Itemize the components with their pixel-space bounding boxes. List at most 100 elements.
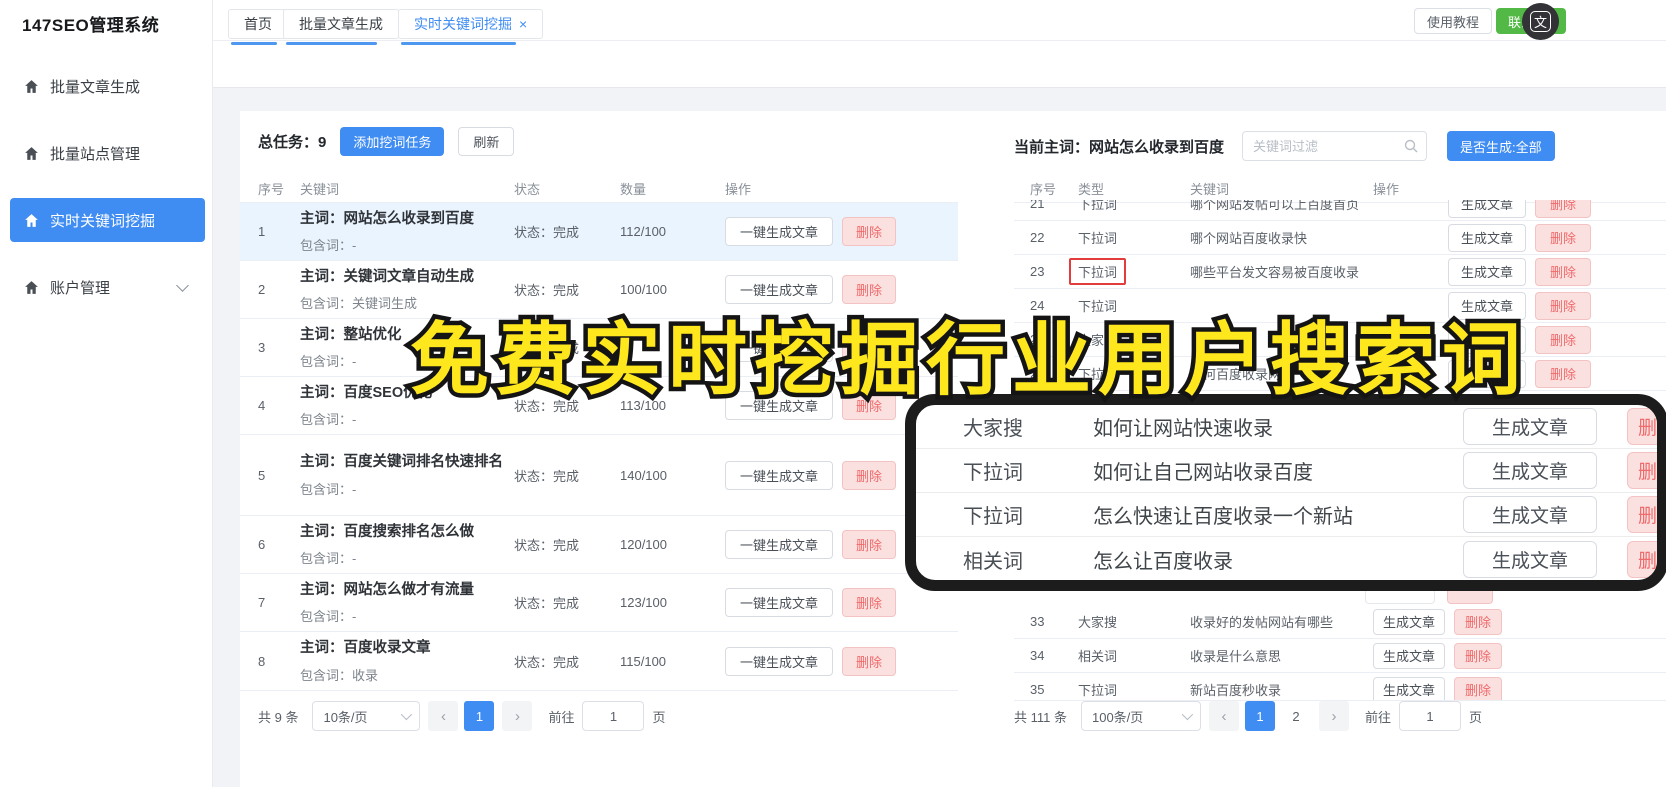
row-include-word: 包含词：- <box>300 609 357 624</box>
sidebar-item-batch-site[interactable]: 批量站点管理 <box>10 131 205 175</box>
generate-article-button[interactable]: 一键生成文章 <box>725 460 834 490</box>
table-row[interactable]: 23 下拉词 哪些平台发文容易被百度收录 生成文章 删除 <box>1014 255 1666 289</box>
add-task-button[interactable]: 添加挖词任务 <box>340 127 445 156</box>
tab-batch-article[interactable]: 批量文章生成 <box>283 9 399 45</box>
total-count: 共 111 条 <box>1014 709 1067 725</box>
page-size-select[interactable]: 100条/页 <box>1080 701 1201 731</box>
right-pagination: 共 111 条 100条/页 ‹ 1 2 › 前往 页 <box>1014 701 1482 731</box>
generate-article-button[interactable]: 生成文章 <box>1463 452 1597 489</box>
generate-all-button[interactable]: 是否生成:全部 <box>1447 131 1555 161</box>
delete-button[interactable]: 删除 <box>842 217 897 246</box>
generate-article-button[interactable]: 生成文章 <box>1448 200 1527 218</box>
table-row[interactable]: 8 主词：百度收录文章 包含词：收录 状态：完成 115/100 一键生成文章 删除 <box>240 632 958 691</box>
home-icon <box>23 279 40 296</box>
delete-button[interactable]: 删除 <box>1535 325 1592 354</box>
close-icon[interactable]: × <box>519 16 527 32</box>
sidebar-item-realtime-keyword[interactable]: 实时关键词挖掘 <box>10 198 205 242</box>
table-row[interactable]: 6 主词：百度搜索排名怎么做 包含词：- 状态：完成 120/100 一键生成文章… <box>240 516 958 574</box>
next-page-button[interactable]: › <box>502 701 533 731</box>
tutorial-button[interactable]: 使用教程 <box>1414 8 1493 34</box>
sidebar-item-label: 批量文章生成 <box>50 78 141 96</box>
delete-button[interactable]: 删除 <box>1535 257 1592 286</box>
tab-home[interactable]: 首页 <box>228 9 288 45</box>
prev-page-button[interactable]: ‹ <box>1208 701 1239 731</box>
generate-article-button[interactable]: 一键生成文章 <box>725 646 834 676</box>
row-keyword: 如何让网站快速收录 <box>1093 418 1273 440</box>
generate-article-button[interactable]: 生成文章 <box>1373 642 1446 669</box>
right-table-bottom: 33 大家搜 收录好的发帖网站有哪些 生成文章 删除 34 相关词 收录是什么意思… <box>1014 605 1666 700</box>
right-table-header: 序号 类型 关键词 操作 <box>1014 174 1666 203</box>
row-main-word: 主词：百度搜索排名怎么做 <box>300 523 474 540</box>
generate-article-button[interactable]: 一键生成文章 <box>725 217 834 246</box>
delete-button[interactable]: 删除 <box>842 646 897 676</box>
row-main-word: 主词：百度收录文章 <box>300 640 431 657</box>
goto-page-input[interactable] <box>582 701 645 731</box>
row-no: 35 <box>1030 682 1045 697</box>
prev-page-button[interactable]: ‹ <box>428 701 459 731</box>
row-keyword: 新站百度秒收录 <box>1190 683 1282 698</box>
delete-button[interactable]: 删除 <box>1454 676 1503 700</box>
sidebar-item-label: 实时关键词挖掘 <box>50 212 156 230</box>
table-row[interactable]: 34 相关词 收录是什么意思 生成文章 删除 <box>1014 639 1666 673</box>
table-row[interactable]: 35 下拉词 新站百度秒收录 生成文章 删除 <box>1014 673 1666 700</box>
page-number-2[interactable]: 2 <box>1281 701 1311 731</box>
row-status: 状态：完成 <box>514 468 580 484</box>
row-include-word: 包含词：- <box>300 238 357 253</box>
current-main-word-label: 当前主词：网站怎么收录到百度 <box>1014 138 1225 156</box>
callout-row: 大家搜 如何让网站快速收录 生成文章 删除 <box>916 405 1657 449</box>
table-row[interactable]: 7 主词：网站怎么做才有流量 包含词：- 状态：完成 123/100 一键生成文章… <box>240 574 958 632</box>
next-page-button[interactable]: › <box>1318 701 1349 731</box>
row-type: 下拉词 <box>1078 231 1118 246</box>
delete-button[interactable]: 删除 <box>1627 408 1657 445</box>
delete-button[interactable]: 删除 <box>842 460 897 490</box>
page-size-select[interactable]: 10条/页 <box>312 701 421 731</box>
table-row[interactable]: 33 大家搜 收录好的发帖网站有哪些 生成文章 删除 <box>1014 605 1666 639</box>
delete-button[interactable]: 删除 <box>1627 496 1657 533</box>
delete-button[interactable]: 删除 <box>1627 540 1657 578</box>
refresh-button[interactable]: 刷新 <box>458 127 515 156</box>
goto-unit: 页 <box>1469 709 1483 725</box>
translate-badge-icon[interactable]: 文 <box>1522 3 1559 40</box>
right-panel-header: 当前主词：网站怎么收录到百度 是否生成:全部 <box>1014 131 1555 161</box>
keyword-filter-input[interactable] <box>1242 131 1428 161</box>
delete-button[interactable]: 删除 <box>842 588 897 617</box>
table-row[interactable]: 22 下拉词 哪个网站百度收录快 生成文章 删除 <box>1014 221 1666 255</box>
delete-button[interactable]: 删除 <box>1454 608 1503 635</box>
left-table: 1 主词：网站怎么收录到百度 包含词：- 状态：完成 112/100 一键生成文章… <box>240 203 958 691</box>
delete-button[interactable]: 删除 <box>842 530 897 559</box>
generate-article-button[interactable]: 生成文章 <box>1463 540 1597 578</box>
row-type: 下拉词 <box>963 506 1023 528</box>
row-type: 下拉词 <box>1078 265 1118 280</box>
table-row[interactable]: 1 主词：网站怎么收录到百度 包含词：- 状态：完成 112/100 一键生成文章… <box>240 203 958 261</box>
goto-page-input[interactable] <box>1399 701 1461 731</box>
delete-button[interactable]: 删除 <box>1535 200 1592 218</box>
sidebar-item-batch-article[interactable]: 批量文章生成 <box>10 64 205 108</box>
delete-button[interactable]: 删除 <box>1454 642 1503 669</box>
left-panel-header: 总任务：9 添加挖词任务 刷新 <box>258 127 515 156</box>
table-row[interactable]: 21 下拉词 哪个网站发帖可以上百度首页 生成文章 删除 <box>1014 200 1666 221</box>
generate-article-button[interactable]: 生成文章 <box>1463 496 1597 533</box>
generate-article-button[interactable]: 生成文章 <box>1448 257 1527 286</box>
delete-button[interactable]: 删除 <box>1535 359 1592 388</box>
page-number-1[interactable]: 1 <box>1244 701 1275 731</box>
delete-button[interactable]: 删除 <box>1535 223 1592 252</box>
row-status: 状态：完成 <box>514 596 580 611</box>
generate-article-button[interactable]: 生成文章 <box>1373 676 1446 700</box>
row-no: 22 <box>1030 230 1045 245</box>
table-row[interactable]: 5 主词：百度关键词排名快速排名 包含词：- 状态：完成 140/100 一键生成… <box>240 435 958 516</box>
home-icon <box>23 78 40 95</box>
tab-realtime-keyword[interactable]: 实时关键词挖掘 × <box>398 9 544 45</box>
delete-button[interactable]: 删除 <box>1535 291 1592 320</box>
generate-article-button[interactable]: 生成文章 <box>1373 608 1446 635</box>
row-qty: 115/100 <box>620 653 667 669</box>
row-keyword: 如何让自己网站收录百度 <box>1093 462 1313 484</box>
sidebar: 147SEO管理系统 批量文章生成 批量站点管理 实时关键词挖掘 账户管理 <box>0 0 213 787</box>
tab-label: 首页 <box>244 16 272 32</box>
generate-article-button[interactable]: 生成文章 <box>1448 223 1527 252</box>
generate-article-button[interactable]: 生成文章 <box>1463 408 1597 445</box>
generate-article-button[interactable]: 一键生成文章 <box>725 588 834 617</box>
generate-article-button[interactable]: 一键生成文章 <box>725 530 834 559</box>
sidebar-item-account[interactable]: 账户管理 <box>10 265 205 309</box>
page-number-1[interactable]: 1 <box>464 701 495 731</box>
delete-button[interactable]: 删除 <box>1627 452 1657 489</box>
